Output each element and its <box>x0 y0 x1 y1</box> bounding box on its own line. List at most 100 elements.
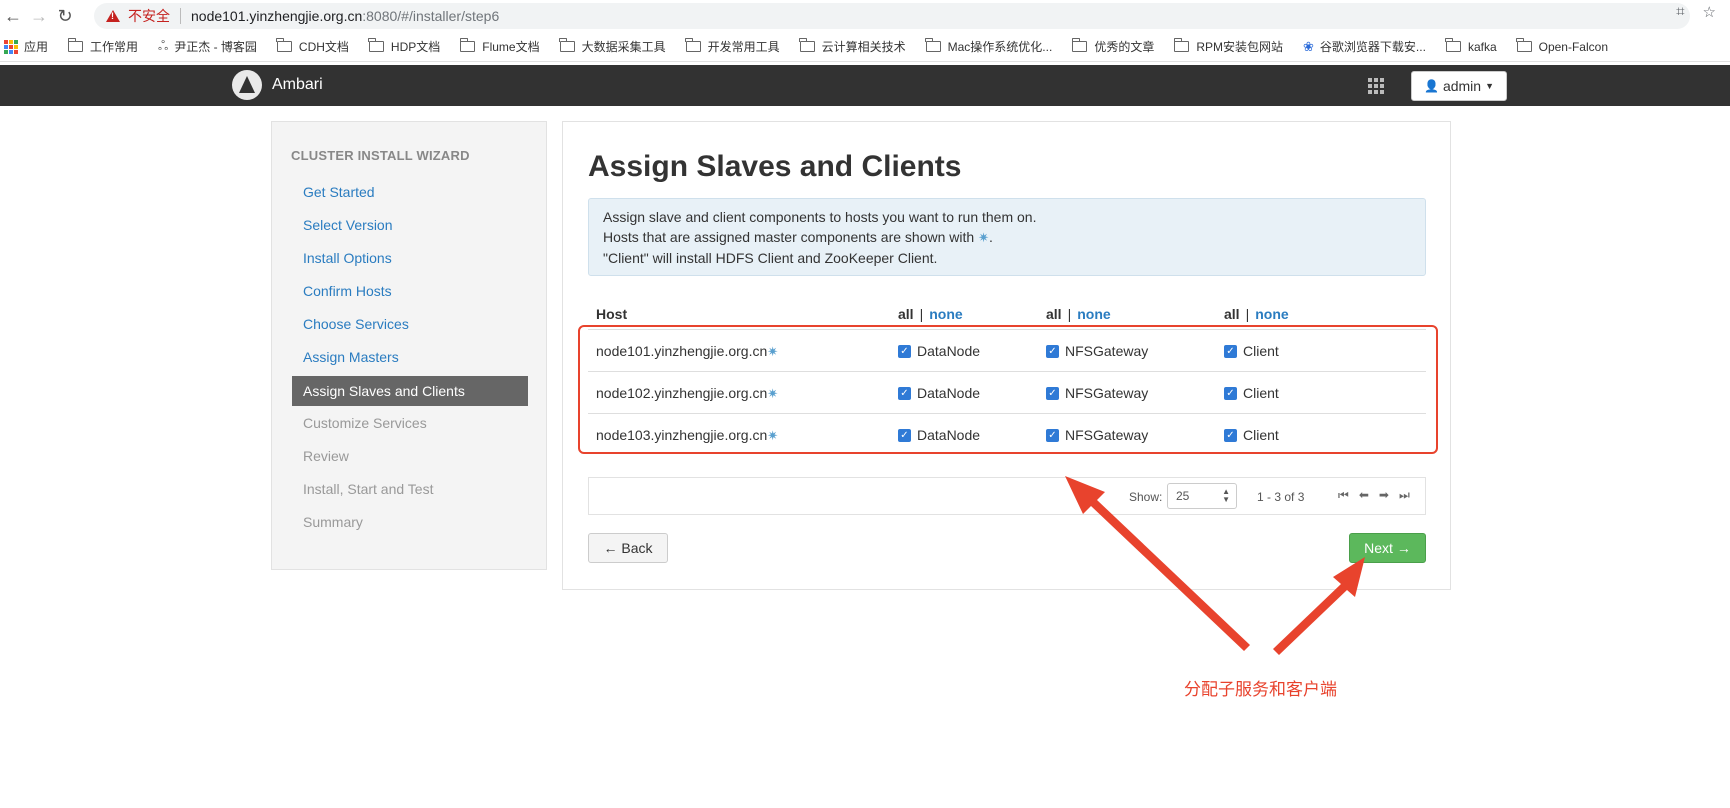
folder-icon <box>1071 38 1088 52</box>
bookmark-label: RPM安装包网站 <box>1196 40 1284 54</box>
info-line: Assign slave and client components to ho… <box>603 209 1037 225</box>
wizard-title: CLUSTER INSTALL WIZARD <box>291 148 470 163</box>
info-line: "Client" will install HDFS Client and Zo… <box>603 250 938 266</box>
step-get-started[interactable]: Get Started <box>292 176 528 209</box>
back-arrow-icon[interactable]: ← <box>0 3 26 29</box>
bookmark-folder[interactable]: 工作常用 <box>67 38 139 55</box>
address-bar[interactable]: 不安全 node101.yinzhengjie.org.cn:8080/#/in… <box>94 3 1690 29</box>
step-summary: Summary <box>303 514 363 530</box>
user-menu-button[interactable]: 👤 admin ▼ <box>1411 71 1507 101</box>
insecure-label: 不安全 <box>128 8 170 24</box>
bookmark-label: Mac操作系统优化... <box>947 40 1053 54</box>
bookmark-label: 云计算相关技术 <box>821 40 906 54</box>
translate-icon[interactable]: ⌗ <box>1676 3 1684 21</box>
annotation-highlight-box <box>578 325 1438 454</box>
page-size-label: Show: <box>1129 490 1163 504</box>
bookmark-folder[interactable]: 开发常用工具 <box>685 38 780 55</box>
folder-icon <box>1445 38 1461 52</box>
ambari-logo-icon[interactable] <box>232 70 262 100</box>
user-name: admin <box>1442 78 1482 94</box>
master-star-icon: ✷ <box>978 230 989 245</box>
bookmark-star-icon[interactable]: ☆ <box>1703 3 1716 21</box>
site-favicon-icon: ஃ <box>158 38 169 53</box>
wizard-steps: Get Started Select Version Install Optio… <box>292 176 528 539</box>
bookmark-label: 工作常用 <box>90 40 139 54</box>
bookmark-folder[interactable]: Open-Falcon <box>1516 38 1608 54</box>
page-title: Assign Slaves and Clients <box>588 150 962 183</box>
info-text: Hosts that are assigned master component… <box>603 229 975 245</box>
bookmark-label: Open-Falcon <box>1538 39 1608 54</box>
bookmark-apps[interactable]: 应用 <box>4 38 48 55</box>
divider: | <box>1245 306 1250 322</box>
client-column-controls: all | none <box>1224 306 1289 322</box>
ambari-topbar: Ambari 👤 admin ▼ <box>0 65 1730 106</box>
address-bar-actions: ⌗ ☆ <box>1676 3 1716 21</box>
folder-icon <box>799 38 815 52</box>
bookmark-folder[interactable]: HDP文档 <box>368 38 440 55</box>
folder-icon <box>67 38 84 52</box>
user-icon: 👤 <box>1423 79 1439 93</box>
step-confirm-hosts[interactable]: Confirm Hosts <box>292 275 528 308</box>
browser-toolbar: ← → ↻ 不安全 node101.yinzhengjie.org.cn:808… <box>0 0 1730 32</box>
divider <box>180 8 181 24</box>
folder-icon <box>925 38 941 52</box>
select-arrows-icon: ▲ ▼ <box>1222 487 1230 504</box>
last-page-icon[interactable]: ⏭ <box>1399 488 1410 503</box>
url-host: node101.yinzhengjie.org.cn <box>191 8 363 24</box>
bookmark-folder[interactable]: kafka <box>1445 38 1497 54</box>
previous-page-icon[interactable]: ⬅ <box>1359 488 1369 503</box>
folder-icon <box>1173 38 1190 52</box>
folder-icon <box>685 38 701 52</box>
select-none-link[interactable]: none <box>1077 306 1110 322</box>
divider: | <box>919 306 924 322</box>
bookmark-folder[interactable]: 优秀的文章 <box>1071 38 1154 55</box>
bookmark-folder[interactable]: Mac操作系统优化... <box>925 38 1053 55</box>
back-button[interactable]: ← Back <box>588 533 668 563</box>
page-size-value: 25 <box>1176 489 1190 503</box>
info-alert: Assign slave and client components to ho… <box>588 198 1426 276</box>
select-none-link[interactable]: none <box>929 306 962 322</box>
next-page-icon[interactable]: ➡ <box>1379 488 1389 503</box>
select-all-link[interactable]: all <box>1046 306 1062 322</box>
bookmark-folder[interactable]: 云计算相关技术 <box>799 38 906 55</box>
folder-icon <box>1516 38 1532 52</box>
bookmark-label: 尹正杰 - 博客园 <box>174 40 257 54</box>
views-grid-icon[interactable] <box>1368 78 1384 94</box>
pagination-buttons: ⏮ ⬅ ➡ ⏭ <box>1338 488 1410 503</box>
bookmark-label: 开发常用工具 <box>707 40 780 54</box>
bookmark-folder[interactable]: Flume文档 <box>459 38 540 55</box>
annotation-text: 分配子服务和客户端 <box>1184 680 1337 699</box>
step-select-version[interactable]: Select Version <box>292 209 528 242</box>
warning-icon <box>106 10 120 22</box>
page-range: 1 - 3 of 3 <box>1257 490 1305 504</box>
bookmark-folder[interactable]: 大数据采集工具 <box>559 38 666 55</box>
folder-icon <box>368 38 384 52</box>
step-choose-services[interactable]: Choose Services <box>292 308 528 341</box>
bookmark-link[interactable]: ❀ 谷歌浏览器下载安... <box>1303 38 1426 55</box>
bookmark-link[interactable]: ஃ 尹正杰 - 博客园 <box>158 38 257 55</box>
reload-icon[interactable]: ↻ <box>52 3 78 29</box>
folder-icon <box>559 38 575 52</box>
next-button[interactable]: Next → <box>1349 533 1426 563</box>
divider: | <box>1067 306 1072 322</box>
page-size-select[interactable]: 25 ▲ ▼ <box>1167 483 1237 509</box>
bookmark-folder[interactable]: RPM安装包网站 <box>1173 38 1284 55</box>
folder-icon <box>459 38 476 52</box>
forward-arrow-icon[interactable]: → <box>26 3 52 29</box>
select-none-link[interactable]: none <box>1255 306 1288 322</box>
brand-name[interactable]: Ambari <box>272 76 323 94</box>
caret-down-icon: ▼ <box>1485 81 1494 91</box>
table-pagination: Show: 25 ▲ ▼ 1 - 3 of 3 ⏮ ⬅ ➡ ⏭ <box>588 477 1426 515</box>
first-page-icon[interactable]: ⏮ <box>1338 488 1349 503</box>
bookmark-label: CDH文档 <box>298 40 349 54</box>
step-assign-masters[interactable]: Assign Masters <box>292 341 528 374</box>
bookmark-folder[interactable]: CDH文档 <box>276 38 349 55</box>
folder-icon <box>276 38 292 52</box>
step-install-start-test: Install, Start and Test <box>303 481 434 497</box>
step-install-options[interactable]: Install Options <box>292 242 528 275</box>
select-all-link[interactable]: all <box>1224 306 1240 322</box>
step-assign-slaves-clients: Assign Slaves and Clients <box>292 376 528 406</box>
wizard-sidebar: CLUSTER INSTALL WIZARD Get Started Selec… <box>271 121 547 570</box>
select-all-link[interactable]: all <box>898 306 914 322</box>
host-column-header: Host <box>596 306 628 322</box>
